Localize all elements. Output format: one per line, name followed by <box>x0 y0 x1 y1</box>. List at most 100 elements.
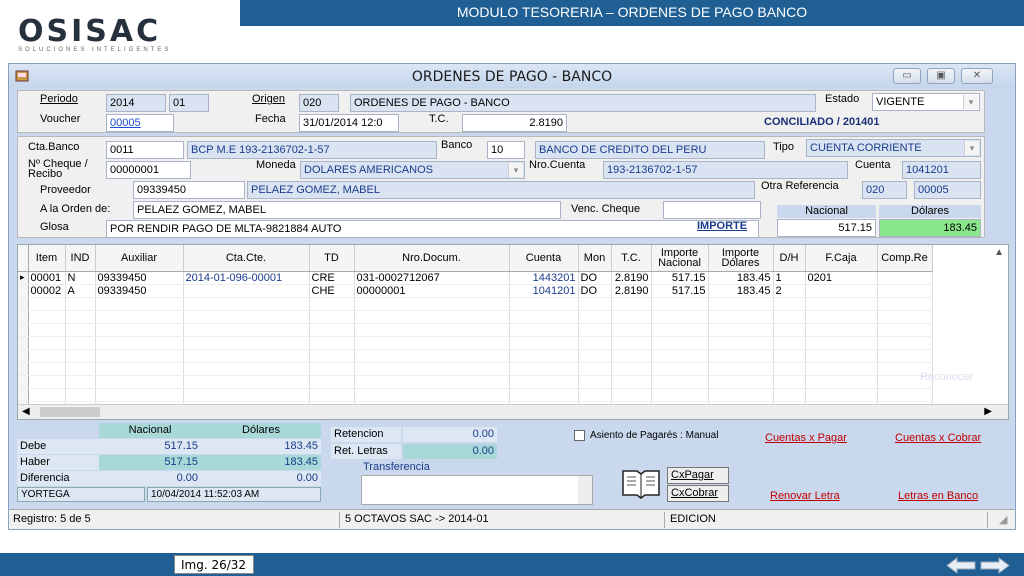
row-header[interactable] <box>18 375 29 389</box>
table-cell[interactable]: 183.45 <box>708 271 774 285</box>
table-cell[interactable] <box>95 349 184 363</box>
table-cell[interactable] <box>708 323 774 337</box>
table-cell[interactable] <box>183 349 310 363</box>
table-cell[interactable] <box>183 388 310 402</box>
table-cell[interactable] <box>309 388 355 402</box>
table-cell[interactable]: 09339450 <box>95 271 184 285</box>
asiento-checkbox[interactable] <box>574 430 585 441</box>
table-cell[interactable] <box>183 362 310 376</box>
table-cell[interactable] <box>509 323 579 337</box>
table-cell[interactable] <box>578 310 612 324</box>
row-header[interactable] <box>18 362 29 376</box>
table-cell[interactable] <box>28 336 66 350</box>
renovar-letra-link[interactable]: Renovar Letra <box>770 490 840 502</box>
table-cell[interactable] <box>183 336 310 350</box>
table-cell[interactable] <box>877 284 933 298</box>
row-header[interactable] <box>18 284 29 298</box>
table-cell[interactable] <box>611 297 652 311</box>
scroll-right-icon[interactable]: ▶ <box>984 406 992 417</box>
current-row-indicator[interactable]: ▸ <box>18 271 29 285</box>
table-cell[interactable] <box>309 297 355 311</box>
table-cell[interactable] <box>708 336 774 350</box>
table-cell[interactable] <box>773 349 806 363</box>
table-row[interactable] <box>18 310 933 324</box>
grid-col-header[interactable]: IND <box>65 245 96 272</box>
grid-col-header[interactable]: T.C. <box>611 245 652 272</box>
letras-banco-link[interactable]: Letras en Banco <box>898 490 978 502</box>
table-row[interactable] <box>18 362 933 376</box>
table-cell[interactable] <box>651 323 709 337</box>
banco-code-field[interactable]: 10 <box>487 141 525 159</box>
table-cell[interactable] <box>708 297 774 311</box>
textarea-scrollbar[interactable] <box>578 476 592 504</box>
table-cell[interactable] <box>95 310 184 324</box>
table-cell[interactable] <box>309 349 355 363</box>
table-cell[interactable] <box>95 375 184 389</box>
table-cell[interactable] <box>509 336 579 350</box>
table-cell[interactable] <box>611 336 652 350</box>
table-cell[interactable]: 09339450 <box>95 284 184 298</box>
table-cell[interactable] <box>65 336 96 350</box>
table-cell[interactable] <box>28 349 66 363</box>
table-cell[interactable] <box>611 362 652 376</box>
resize-grip-icon[interactable]: ◢ <box>999 513 1007 526</box>
table-cell[interactable]: 2.8190 <box>611 284 652 298</box>
table-cell[interactable]: 517.15 <box>651 271 709 285</box>
table-cell[interactable] <box>805 349 878 363</box>
table-cell[interactable] <box>773 310 806 324</box>
table-cell[interactable] <box>309 362 355 376</box>
tc-field[interactable]: 2.8190 <box>462 114 567 132</box>
scroll-left-icon[interactable]: ◀ <box>22 406 30 417</box>
table-cell[interactable] <box>354 336 510 350</box>
table-cell[interactable] <box>877 349 933 363</box>
table-cell[interactable] <box>611 388 652 402</box>
cuentas-pagar-link[interactable]: Cuentas x Pagar <box>765 432 847 444</box>
cuentas-cobrar-link[interactable]: Cuentas x Cobrar <box>895 432 981 444</box>
periodo-year-field[interactable]: 2014 <box>106 94 166 112</box>
periodo-month-field[interactable]: 01 <box>169 94 209 112</box>
table-cell[interactable] <box>877 388 933 402</box>
table-cell[interactable]: N <box>65 271 96 285</box>
venc-field[interactable] <box>663 201 761 219</box>
table-cell[interactable] <box>183 310 310 324</box>
grid-col-header[interactable]: Cta.Cte. <box>183 245 310 272</box>
table-cell[interactable] <box>578 297 612 311</box>
minimize-button[interactable]: ▭ <box>893 68 921 84</box>
table-cell[interactable] <box>509 388 579 402</box>
scroll-up-icon[interactable]: ▲ <box>994 247 1004 258</box>
table-cell[interactable] <box>877 310 933 324</box>
fecha-field[interactable]: 31/01/2014 12:0 <box>299 114 399 132</box>
estado-select[interactable]: VIGENTE ▾ <box>872 93 980 111</box>
row-header[interactable] <box>18 310 29 324</box>
next-arrow-icon[interactable] <box>980 557 1010 574</box>
table-cell[interactable]: A <box>65 284 96 298</box>
table-cell[interactable] <box>708 375 774 389</box>
table-cell[interactable] <box>354 362 510 376</box>
table-cell[interactable] <box>651 388 709 402</box>
table-cell[interactable] <box>95 297 184 311</box>
table-cell[interactable] <box>805 375 878 389</box>
table-cell[interactable]: 2014-01-096-00001 <box>183 271 310 285</box>
table-cell[interactable] <box>65 349 96 363</box>
table-cell[interactable] <box>28 323 66 337</box>
grid-col-header[interactable]: Cuenta <box>509 245 579 272</box>
table-cell[interactable]: 1443201 <box>509 271 579 285</box>
table-cell[interactable] <box>805 336 878 350</box>
grid-col-header[interactable]: TD <box>309 245 355 272</box>
grid-col-header[interactable]: Comp.Re <box>877 245 933 272</box>
table-cell[interactable] <box>805 310 878 324</box>
table-cell[interactable]: 2.8190 <box>611 271 652 285</box>
origen-code-field[interactable]: 020 <box>299 94 339 112</box>
grid-col-header[interactable]: Auxiliar <box>95 245 184 272</box>
table-cell[interactable] <box>95 323 184 337</box>
table-cell[interactable] <box>183 375 310 389</box>
glosa-field[interactable]: POR RENDIR PAGO DE MLTA-9821884 AUTO <box>106 220 759 238</box>
cxpagar-button[interactable]: CxPagar <box>667 467 729 484</box>
table-cell[interactable] <box>578 349 612 363</box>
table-cell[interactable] <box>708 362 774 376</box>
table-cell[interactable] <box>805 284 878 298</box>
table-cell[interactable] <box>28 310 66 324</box>
table-cell[interactable] <box>877 297 933 311</box>
table-cell[interactable] <box>354 323 510 337</box>
close-button[interactable]: ✕ <box>961 68 993 84</box>
